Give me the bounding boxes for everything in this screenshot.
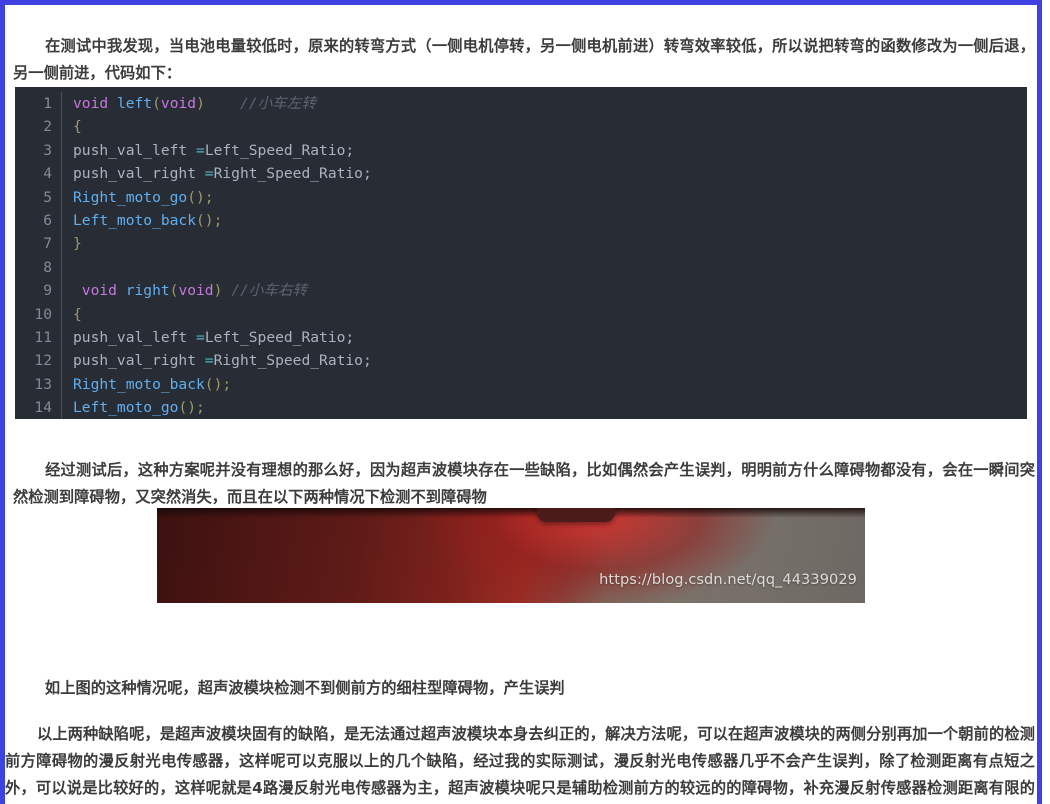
paragraph-image-caption-text: 如上图的这种情况呢，超声波模块检测不到侧前方的细柱型障碍物，产生误判: [44, 679, 565, 698]
line-number: 12: [34, 352, 52, 370]
code-line-content: Right_moto_go();: [61, 185, 1027, 209]
line-number: 9: [43, 282, 52, 300]
code-line-9: 9 void right(void) //小车右转: [15, 279, 1027, 303]
line-number: 11: [34, 328, 52, 346]
line-number: 5: [43, 188, 52, 206]
token-value: Right_Speed_Ratio;: [213, 165, 372, 183]
token-punctuation: ();: [178, 399, 205, 417]
code-line-7: 7 }: [15, 232, 1027, 256]
token-function: left: [116, 95, 153, 112]
token-keyword: void: [178, 282, 214, 300]
document-body: 在测试中我发现，当电池电量较低时，原来的转弯方式（一侧电机停转，另一侧电机前进）…: [5, 5, 1037, 804]
code-line-content: push_val_right =Right_Speed_Ratio;: [61, 162, 1027, 186]
token-value: Left_Speed_Ratio;: [204, 141, 355, 159]
paragraph-image-caption: 如上图的这种情况呢，超声波模块检测不到侧前方的细柱型障碍物，产生误判: [13, 675, 1035, 702]
token-identifier: push_val_right: [73, 352, 205, 370]
code-line-content: {: [61, 302, 1027, 326]
token-operator: =: [204, 165, 214, 183]
code-line-content: void right(void) //小车右转: [61, 279, 1027, 303]
code-block[interactable]: 1 void left(void) //小车左转 2 { 3 push_val_…: [15, 87, 1027, 419]
code-line-2: 2 {: [15, 115, 1027, 139]
photo-object-silhouette: [537, 508, 615, 522]
token-punctuation: ();: [196, 211, 223, 229]
code-line-content: }: [61, 232, 1027, 256]
token-comment: //小车左转: [240, 95, 316, 112]
code-line-content: push_val_right =Right_Speed_Ratio;: [61, 349, 1027, 373]
code-line-content: Right_moto_back();: [61, 372, 1027, 397]
token-function: Left_moto_back: [73, 211, 197, 229]
page-right-margin: [1042, 0, 1050, 804]
code-line-11: 11 push_val_left =Left_Speed_Ratio;: [15, 325, 1027, 350]
code-line-13: 13 Right_moto_back();: [15, 372, 1027, 397]
code-line-14: 14 Left_moto_go();: [15, 396, 1027, 419]
code-line-content: push_val_left =Left_Speed_Ratio;: [61, 325, 1027, 350]
code-line-8: 8: [15, 255, 1027, 280]
line-number: 13: [34, 375, 52, 393]
token-comment: //小车右转: [222, 282, 308, 300]
photo-background: [157, 508, 865, 603]
line-number: 14: [34, 399, 52, 417]
paragraph-after-code: 经过测试后，这种方案呢并没有理想的那么好，因为超声波模块存在一些缺陷，比如偶然会…: [13, 457, 1035, 511]
token-punctuation: ();: [204, 375, 232, 393]
token-keyword: void: [73, 282, 117, 300]
token-value: Left_Speed_Ratio;: [204, 328, 355, 346]
paragraph-intro-text: 在测试中我发现，当电池电量较低时，原来的转弯方式（一侧电机停转，另一侧电机前进）…: [13, 37, 1035, 83]
line-number: 7: [43, 235, 52, 253]
paragraph-after-code-text: 经过测试后，这种方案呢并没有理想的那么好，因为超声波模块存在一些缺陷，比如偶然会…: [13, 461, 1035, 507]
line-number: 6: [43, 211, 52, 229]
token-punctuation: ();: [187, 188, 214, 206]
paragraph-intro: 在测试中我发现，当电池电量较低时，原来的转弯方式（一侧电机停转，另一侧电机前进）…: [13, 33, 1035, 87]
token-identifier: push_val_left: [73, 141, 197, 159]
line-number: 1: [43, 95, 52, 112]
token-identifier: push_val_left: [73, 328, 197, 346]
token-keyword: void: [160, 95, 197, 112]
obstacle-photo: https://blog.csdn.net/qq_44339029: [157, 508, 865, 603]
code-line-4: 4 push_val_right =Right_Speed_Ratio;: [15, 162, 1027, 186]
line-number: 2: [43, 118, 52, 136]
paragraph-final: 以上两种缺陷呢，是超声波模块固有的缺陷，是无法通过超声波模块本身去纠正的，解决方…: [5, 721, 1035, 804]
document-page: 在测试中我发现，当电池电量较低时，原来的转弯方式（一侧电机停转，另一侧电机前进）…: [0, 0, 1042, 804]
code-line-6: 6 Left_moto_back();: [15, 208, 1027, 233]
token-paren-open: (: [152, 95, 161, 112]
code-line-12: 12 push_val_right =Right_Speed_Ratio;: [15, 349, 1027, 373]
code-line-content: push_val_left =Left_Speed_Ratio;: [61, 138, 1027, 163]
token-operator: =: [196, 141, 205, 159]
code-line-content: Left_moto_go();: [61, 396, 1027, 419]
code-line-1: 1 void left(void) //小车左转: [15, 92, 1027, 116]
code-line-content: {: [61, 115, 1027, 139]
code-line-content: Left_moto_back();: [61, 208, 1027, 233]
line-number: 10: [34, 305, 52, 323]
token-function: Right_moto_back: [73, 375, 205, 393]
token-brace: }: [73, 235, 82, 253]
code-line-3: 3 push_val_left =Left_Speed_Ratio;: [15, 138, 1027, 163]
paragraph-final-text: 以上两种缺陷呢，是超声波模块固有的缺陷，是无法通过超声波模块本身去纠正的，解决方…: [5, 725, 1035, 798]
code-line-10: 10 {: [15, 302, 1027, 326]
code-line-5: 5 Right_moto_go();: [15, 185, 1027, 209]
token-brace: {: [73, 118, 82, 136]
photo-watermark: https://blog.csdn.net/qq_44339029: [599, 572, 857, 588]
line-number: 8: [43, 258, 52, 276]
line-number: 4: [43, 165, 52, 183]
code-line-content: void left(void) //小车左转: [61, 92, 1027, 116]
token-paren-close: ): [196, 95, 205, 112]
token-operator: =: [196, 328, 205, 346]
token-function: Right_moto_go: [73, 188, 188, 206]
token-value: Right_Speed_Ratio;: [213, 352, 372, 370]
code-line-content: [61, 255, 1027, 280]
token-identifier: push_val_right: [73, 165, 205, 183]
token-operator: =: [204, 352, 214, 370]
line-number: 3: [43, 141, 52, 159]
photo-top-shadow: [157, 508, 865, 518]
token-keyword: void: [73, 95, 109, 112]
token-brace: {: [73, 305, 82, 323]
token-function: right: [116, 282, 170, 300]
token-function: Left_moto_go: [73, 399, 179, 417]
